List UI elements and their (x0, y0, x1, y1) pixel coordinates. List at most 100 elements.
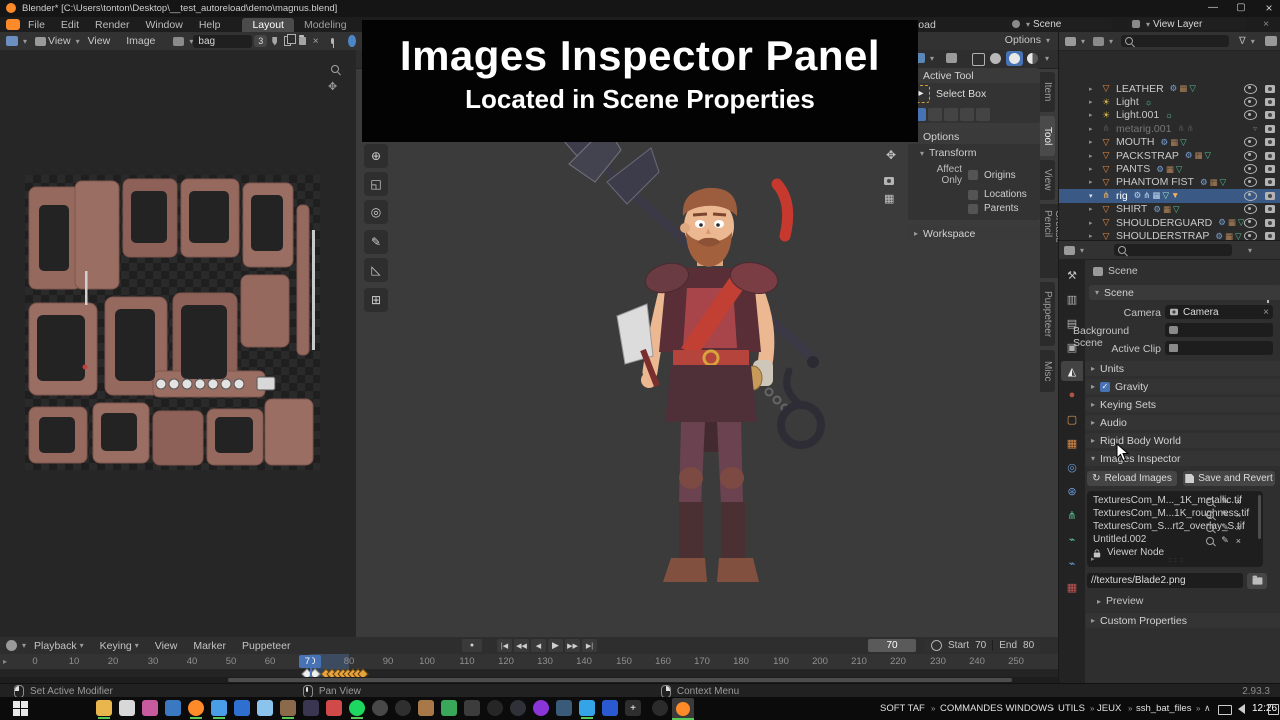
fake-user-icon[interactable] (272, 37, 277, 46)
object-name[interactable]: PACKSTRAP (1116, 150, 1179, 162)
units-panel-header[interactable]: ▸Units (1085, 361, 1280, 376)
blender-menu-icon[interactable] (6, 19, 20, 30)
view-layer-selector[interactable]: ▾ View Layer (1128, 18, 1246, 30)
object-name[interactable]: PANTS (1116, 163, 1150, 175)
camera-view-icon[interactable] (884, 177, 894, 185)
jump-end-button[interactable]: ▶| (582, 639, 597, 652)
expand-list-icon[interactable]: ▸ (1091, 555, 1095, 563)
object-name[interactable]: Light (1116, 96, 1139, 108)
outliner-row[interactable]: ▸☀Light☼ (1059, 95, 1280, 108)
camera-field[interactable]: Camera × (1165, 305, 1273, 319)
new-collection-icon[interactable] (1265, 36, 1277, 46)
audio-panel-header[interactable]: ▸Audio (1085, 415, 1280, 430)
transform-subpanel-header[interactable]: ▾Transform (908, 146, 1040, 160)
tab-scene[interactable]: ◭ (1061, 361, 1083, 381)
menu-puppeteer[interactable]: Puppeteer (234, 640, 298, 652)
outliner-row[interactable]: ▸▽PACKSTRAP⚙▦▽ (1059, 149, 1280, 162)
outliner-row[interactable]: ▸▽SHOULDERGUARD⚙▦▽ (1059, 216, 1280, 229)
app-icon-media[interactable] (326, 700, 342, 716)
object-name[interactable]: MOUTH (1116, 136, 1155, 148)
object-name[interactable]: SHOULDERGUARD (1116, 217, 1212, 229)
resize-grip-icon[interactable]: : : : (1169, 557, 1184, 564)
parents-checkbox[interactable] (968, 204, 978, 214)
disable-render-icon[interactable] (1265, 219, 1275, 227)
remove-icon[interactable]: × (1236, 510, 1241, 520)
image-paint-icon[interactable] (348, 35, 356, 47)
menu-playback[interactable]: Playback▾ (26, 640, 92, 652)
tab-world[interactable]: ● (1061, 385, 1083, 405)
menu-view[interactable]: View (147, 640, 186, 652)
disable-render-icon[interactable] (1265, 152, 1275, 160)
expand-channels-icon[interactable]: ▸ (3, 657, 7, 666)
app-icon-paint3d[interactable] (142, 700, 158, 716)
uv-menu-view[interactable]: View (80, 35, 119, 47)
outliner-row-selected[interactable]: ▾⋔rig⚙⋔▦▽▼ (1059, 189, 1280, 202)
app-icon-mail[interactable] (211, 700, 227, 716)
object-name[interactable]: PHANTOM FIST (1116, 176, 1194, 188)
tray-label[interactable]: SOFT TAF (880, 703, 925, 714)
app-icon-blender-active[interactable] (672, 698, 694, 719)
app-icon-w[interactable] (372, 700, 388, 716)
save-and-revert-button[interactable]: Save and Revert (1183, 471, 1275, 486)
inspect-icon[interactable] (1206, 511, 1214, 519)
app-icon-dark-circle[interactable] (487, 700, 503, 716)
edit-icon[interactable]: ✎ (1221, 522, 1229, 533)
app-icon-obs[interactable] (510, 700, 526, 716)
object-name[interactable]: metarig.001 (1116, 123, 1171, 135)
play-button[interactable]: ▶ (548, 639, 563, 652)
minimize-button[interactable]: — (1200, 2, 1226, 13)
tab-tool[interactable]: Tool (1040, 116, 1055, 156)
tab-object-data[interactable]: ⋔ (1061, 505, 1083, 525)
images-list[interactable]: TexturesCom_M..._1K_metallic.tif ✎× Text… (1087, 491, 1263, 567)
rigid-body-panel-header[interactable]: ▸Rigid Body World (1085, 433, 1280, 448)
properties-editor-dropdown[interactable]: ▾ (1064, 246, 1084, 255)
image-path-field[interactable]: //textures/Blade2.png (1087, 573, 1243, 588)
current-frame-field[interactable]: 70 (868, 639, 916, 652)
ortho-grid-icon[interactable]: ▦ (884, 192, 894, 205)
tab-puppeteer[interactable]: Puppeteer (1040, 282, 1055, 346)
list-scrollbar[interactable] (1258, 495, 1261, 539)
hide-viewport-icon[interactable] (1244, 177, 1257, 187)
measure-tool[interactable]: ◺ (364, 258, 388, 282)
outliner-row[interactable]: ▸⋔metarig.001⋔⋔▿ (1059, 122, 1280, 135)
shading-rendered-icon[interactable] (1027, 53, 1038, 64)
object-name[interactable]: SHIRT (1116, 203, 1147, 215)
tab-item[interactable]: Item (1040, 72, 1055, 112)
edit-icon[interactable]: ✎ (1221, 535, 1229, 546)
hide-viewport-icon[interactable] (1244, 164, 1257, 174)
menu-help[interactable]: Help (191, 19, 229, 31)
notification-icon[interactable] (1268, 704, 1279, 715)
gravity-checkbox[interactable]: ✓ (1100, 382, 1110, 392)
scale-tool[interactable]: ◱ (364, 172, 388, 196)
app-icon-explorer[interactable] (96, 700, 112, 716)
outliner-row[interactable]: ▸▽PHANTOM FIST⚙▦▽ (1059, 176, 1280, 189)
tab-constraints[interactable]: ▦ (1061, 433, 1083, 453)
origins-checkbox[interactable] (968, 170, 978, 180)
remove-icon[interactable]: × (1236, 536, 1241, 546)
tab-misc[interactable]: Misc (1040, 350, 1055, 392)
hide-viewport-icon[interactable] (1244, 110, 1257, 120)
zoom-icon[interactable] (331, 65, 339, 73)
network-icon[interactable] (1218, 705, 1232, 715)
clone-icon[interactable] (946, 53, 957, 63)
tray-label[interactable]: ssh_bat_files (1136, 703, 1191, 714)
disable-render-icon[interactable] (1265, 85, 1275, 93)
menu-window[interactable]: Window (137, 19, 190, 31)
unlink-image-icon[interactable]: × (313, 35, 319, 47)
menu-keying[interactable]: Keying▾ (92, 640, 147, 652)
new-image-icon[interactable] (284, 36, 290, 46)
outliner-search-field[interactable] (1121, 35, 1229, 47)
tab-object-constraints[interactable]: ⊛ (1061, 481, 1083, 501)
mode-intersect-icon[interactable] (976, 108, 990, 121)
pin-icon[interactable] (331, 38, 335, 44)
image-mode-dropdown[interactable]: View ▾ (35, 35, 80, 47)
hide-viewport-icon[interactable] (1244, 84, 1257, 94)
disable-render-icon[interactable] (1265, 178, 1275, 186)
hidden-icon[interactable]: ▿ (1253, 124, 1257, 133)
inspect-icon[interactable] (1206, 524, 1214, 532)
disable-render-icon[interactable] (1265, 205, 1275, 213)
auto-key-button[interactable]: ● (462, 639, 482, 652)
tray-label[interactable]: COMMANDES WINDOWS (940, 703, 1053, 714)
preview-panel-header[interactable]: ▸Preview (1097, 595, 1143, 607)
remove-icon[interactable]: × (1236, 497, 1241, 507)
